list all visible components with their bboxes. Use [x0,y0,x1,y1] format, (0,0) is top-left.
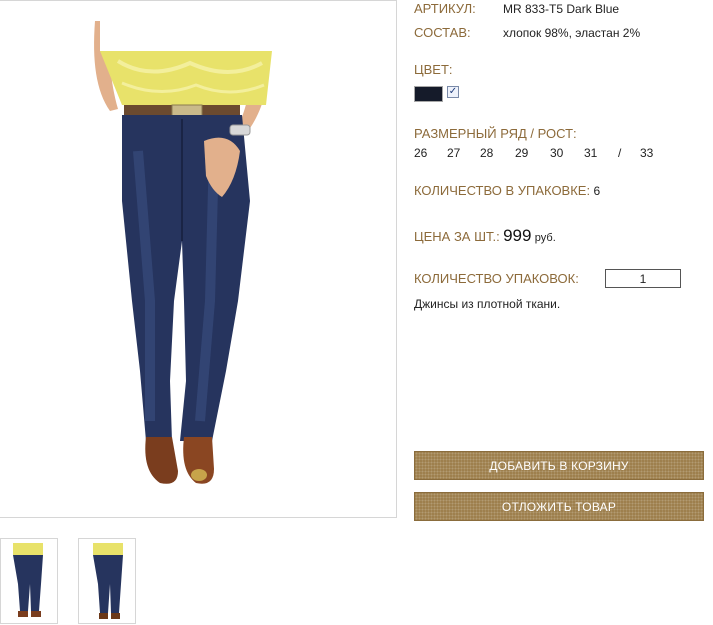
packs-quantity-input[interactable] [605,269,681,288]
thumbnail-front-image [1,539,57,623]
product-main-image[interactable] [0,0,397,518]
product-description: Джинсы из плотной ткани. [414,297,561,311]
size-item: 33 [640,146,654,160]
size-separator: / [618,146,622,160]
product-thumbnail-front[interactable] [0,538,58,624]
thumbnail-back-image [79,539,135,623]
save-for-later-button[interactable]: ОТЛОЖИТЬ ТОВАР [414,492,704,521]
composition-label: СОСТАВ: [414,25,471,40]
packs-count-label: КОЛИЧЕСТВО УПАКОВОК: [414,271,579,286]
jeans-model-illustration [0,1,396,517]
size-item: 30 [550,146,564,160]
article-value: MR 833-T5 Dark Blue [503,2,620,16]
add-to-cart-button[interactable]: ДОБАВИТЬ В КОРЗИНУ [414,451,704,480]
size-item: 29 [515,146,529,160]
article-row: АРТИКУЛ: [414,1,476,16]
size-range-label: РАЗМЕРНЫЙ РЯД / РОСТ: [414,126,577,141]
size-item: 26 [414,146,428,160]
size-item: 27 [447,146,461,160]
composition-value: хлопок 98%, эластан 2% [503,26,641,40]
size-item: 31 [584,146,598,160]
price-currency: руб. [534,232,556,244]
color-checkbox[interactable]: ✓ [447,86,459,98]
color-swatch-dark-blue[interactable] [414,86,443,102]
pack-qty-value: 6 [593,184,601,198]
article-label: АРТИКУЛ: [414,1,476,16]
price-label: ЦЕНА ЗА ШТ.: [414,229,500,244]
pack-qty-label: КОЛИЧЕСТВО В УПАКОВКЕ: [414,183,591,198]
color-label: ЦВЕТ: [414,62,453,77]
composition-row: СОСТАВ: [414,25,471,40]
price-value: 999 [503,226,532,245]
product-thumbnail-back[interactable] [78,538,136,624]
size-item: 28 [480,146,494,160]
